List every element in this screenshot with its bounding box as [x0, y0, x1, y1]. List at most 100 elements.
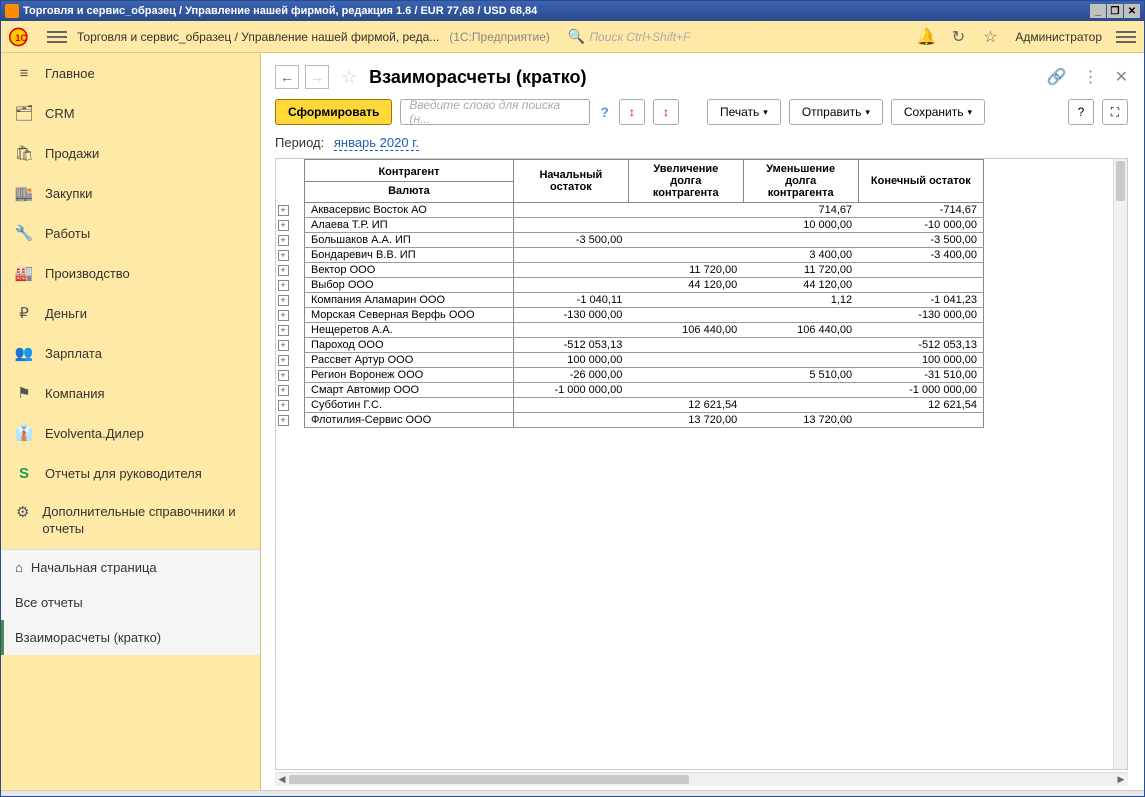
search-placeholder: Поиск Ctrl+Shift+F	[589, 30, 690, 44]
scroll-right-icon[interactable]: ▶	[1114, 773, 1128, 786]
expand-groups-button[interactable]: ↕	[653, 99, 679, 125]
table-row[interactable]: Алаева Т.Р. ИП 10 000,00 -10 000,00	[305, 218, 984, 233]
back-button[interactable]: ←	[275, 65, 299, 89]
cell-name: Большаков А.А. ИП	[305, 233, 514, 248]
horizontal-scrollbar[interactable]: ◀ ▶	[275, 772, 1128, 786]
collapse-groups-button[interactable]: ↕	[619, 99, 645, 125]
global-search[interactable]: 🔍 Поиск Ctrl+Shift+F	[568, 28, 906, 45]
expand-row-button[interactable]: +	[278, 340, 289, 351]
star-icon[interactable]: ☆	[979, 26, 1001, 48]
cell-name: Аквасервис Восток АО	[305, 203, 514, 218]
sidebar-item-main[interactable]: ≡Главное	[1, 53, 260, 93]
table-row[interactable]: Субботин Г.С. 12 621,54 12 621,54	[305, 398, 984, 413]
generate-button[interactable]: Сформировать	[275, 99, 392, 125]
history-icon[interactable]: ↻	[947, 26, 969, 48]
table-row[interactable]: Пароход ООО -512 053,13 -512 053,13	[305, 338, 984, 353]
expand-row-button[interactable]: +	[278, 280, 289, 291]
cell-inc: 12 621,54	[628, 398, 743, 413]
app-icon	[5, 4, 19, 18]
table-row[interactable]: Морская Северная Верфь ООО -130 000,00 -…	[305, 308, 984, 323]
expand-row-button[interactable]: +	[278, 370, 289, 381]
expand-row-button[interactable]: +	[278, 235, 289, 246]
link-icon[interactable]: 🔗	[1047, 67, 1067, 87]
table-row[interactable]: Выбор ООО 44 120,00 44 120,00	[305, 278, 984, 293]
expand-row-button[interactable]: +	[278, 415, 289, 426]
sidebar-item-money[interactable]: ₽Деньги	[1, 293, 260, 333]
menu-button[interactable]	[47, 27, 67, 47]
cell-inc	[628, 233, 743, 248]
table-row[interactable]: Компания Аламарин ООО -1 040,11 1,12 -1 …	[305, 293, 984, 308]
print-button[interactable]: Печать	[707, 99, 781, 125]
sidebar-item-salary[interactable]: 👥Зарплата	[1, 333, 260, 373]
gear-icon: ⚙	[15, 504, 30, 522]
expand-row-button[interactable]: +	[278, 295, 289, 306]
table-row[interactable]: Рассвет Артур ООО 100 000,00 100 000,00	[305, 353, 984, 368]
col-currency: Валюта	[305, 182, 513, 200]
cell-start: -1 040,11	[513, 293, 628, 308]
sidebar-secondary-all-reports[interactable]: Все отчеты	[1, 585, 260, 620]
help2-button[interactable]: ?	[1068, 99, 1094, 125]
money-icon: ₽	[15, 304, 33, 322]
expand-row-button[interactable]: +	[278, 220, 289, 231]
sidebar-item-production[interactable]: 🏭Производство	[1, 253, 260, 293]
sidebar-item-purchases[interactable]: 🏬Закупки	[1, 173, 260, 213]
expand-row-button[interactable]: +	[278, 310, 289, 321]
cell-end: -31 510,00	[858, 368, 983, 383]
sidebar-secondary-label: Начальная страница	[31, 560, 157, 575]
favorite-star-icon[interactable]: ☆	[341, 67, 357, 88]
window-restore-button[interactable]: ❐	[1107, 4, 1123, 18]
save-button[interactable]: Сохранить	[891, 99, 985, 125]
sidebar-secondary-settlements[interactable]: Взаиморасчеты (кратко)	[1, 620, 260, 655]
window-close-button[interactable]: ✕	[1124, 4, 1140, 18]
sidebar-item-crm[interactable]: 🗂CRM	[1, 93, 260, 133]
more-icon[interactable]: ⋮	[1083, 67, 1099, 87]
sidebar-item-additional[interactable]: ⚙Дополнительные справочники и отчеты	[1, 493, 260, 549]
send-button[interactable]: Отправить	[789, 99, 883, 125]
cell-dec	[743, 398, 858, 413]
logo-1c-icon: 1C	[9, 26, 37, 48]
table-row[interactable]: Нещеретов А.А. 106 440,00 106 440,00	[305, 323, 984, 338]
expand-row-button[interactable]: +	[278, 265, 289, 276]
sidebar-item-reports[interactable]: SОтчеты для руководителя	[1, 453, 260, 493]
close-icon[interactable]: ✕	[1115, 67, 1128, 87]
svg-text:1C: 1C	[15, 32, 27, 42]
fullscreen-button[interactable]: ⛶	[1102, 99, 1128, 125]
period-label: Период:	[275, 135, 324, 150]
table-row[interactable]: Аквасервис Восток АО 714,67 -714,67	[305, 203, 984, 218]
cell-start	[513, 248, 628, 263]
expand-row-button[interactable]: +	[278, 325, 289, 336]
report-search-input[interactable]: Введите слово для поиска (н...	[400, 99, 590, 125]
user-label[interactable]: Администратор	[1015, 30, 1102, 44]
cell-name: Смарт Автомир ООО	[305, 383, 514, 398]
breadcrumb[interactable]: Торговля и сервис_образец / Управление н…	[77, 30, 439, 44]
expand-row-button[interactable]: +	[278, 250, 289, 261]
bell-icon[interactable]: 🔔	[915, 26, 937, 48]
expand-row-button[interactable]: +	[278, 400, 289, 411]
expand-row-button[interactable]: +	[278, 355, 289, 366]
table-row[interactable]: Смарт Автомир ООО -1 000 000,00 -1 000 0…	[305, 383, 984, 398]
sidebar-secondary-home[interactable]: ⌂Начальная страница	[1, 550, 260, 585]
table-row[interactable]: Большаков А.А. ИП -3 500,00 -3 500,00	[305, 233, 984, 248]
table-row[interactable]: Регион Воронеж ООО -26 000,00 5 510,00 -…	[305, 368, 984, 383]
period-value[interactable]: январь 2020 г.	[334, 135, 419, 151]
sidebar-item-sales[interactable]: 🛍Продажи	[1, 133, 260, 173]
sales-icon: 🛍	[15, 144, 33, 162]
table-row[interactable]: Флотилия-Сервис ООО 13 720,00 13 720,00	[305, 413, 984, 428]
expand-row-button[interactable]: +	[278, 385, 289, 396]
sidebar-item-works[interactable]: 🔧Работы	[1, 213, 260, 253]
table-row[interactable]: Вектор ООО 11 720,00 11 720,00	[305, 263, 984, 278]
cell-inc	[628, 368, 743, 383]
help-icon[interactable]: ?	[598, 104, 611, 120]
forward-button[interactable]: →	[305, 65, 329, 89]
sidebar-item-company[interactable]: ⚑Компания	[1, 373, 260, 413]
expand-row-button[interactable]: +	[278, 205, 289, 216]
cell-name: Субботин Г.С.	[305, 398, 514, 413]
window-minimize-button[interactable]: _	[1090, 4, 1106, 18]
scroll-left-icon[interactable]: ◀	[275, 773, 289, 786]
table-row[interactable]: Бондаревич В.В. ИП 3 400,00 -3 400,00	[305, 248, 984, 263]
settings-menu-button[interactable]	[1116, 27, 1136, 47]
cell-dec: 106 440,00	[743, 323, 858, 338]
vertical-scrollbar[interactable]	[1113, 159, 1127, 769]
col-end: Конечный остаток	[858, 160, 983, 203]
sidebar-item-dealer[interactable]: 👔Evolventa.Дилер	[1, 413, 260, 453]
